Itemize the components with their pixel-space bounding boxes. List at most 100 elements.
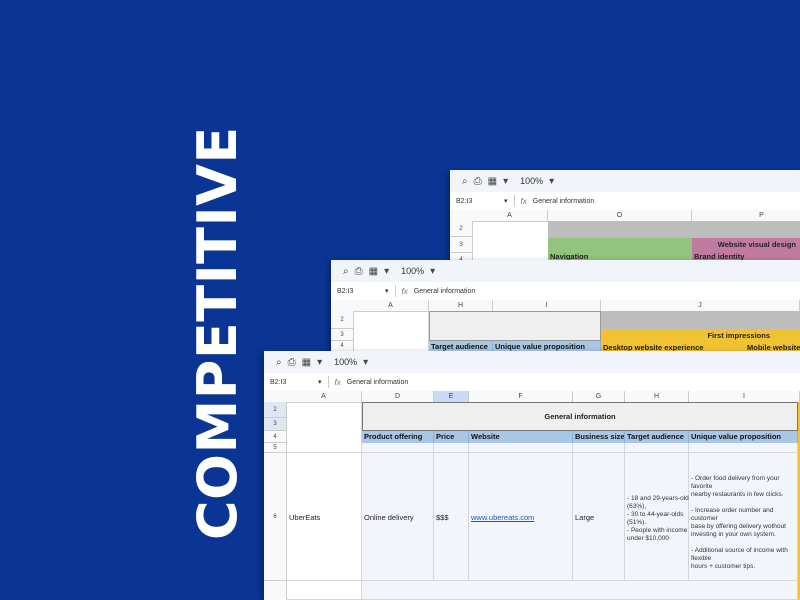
spreadsheet-front: ⌕ ⎙ ▦ ▾ 100% ▾ B2:I3 ▾ fx General inform… <box>264 351 800 600</box>
row-header[interactable]: 6 <box>264 453 286 581</box>
chevron-down-icon[interactable]: ▾ <box>385 287 389 295</box>
formula-input[interactable]: General information <box>414 288 475 295</box>
website-visual-label: Website visual design <box>718 240 796 249</box>
value-line: nearby restaurants in few clicks. <box>691 491 800 499</box>
title-area: COMPETITIVE AUDIT <box>0 0 260 600</box>
first-impressions-label: First impressions <box>707 331 770 340</box>
row-header[interactable]: 2 <box>450 221 472 237</box>
audience-line: - 30 to 44-year-olds <box>627 511 691 519</box>
title-line-1: COMPETITIVE <box>184 126 252 540</box>
column-header-o[interactable]: O <box>548 210 692 221</box>
paint-format-icon[interactable]: ▦ <box>302 357 311 368</box>
row-5-cell[interactable] <box>573 443 625 453</box>
column-header-i[interactable]: I <box>493 300 601 311</box>
row-5-cell[interactable] <box>362 443 434 453</box>
column-header-e[interactable]: E <box>434 391 469 402</box>
value-line: flexible <box>691 555 800 563</box>
value-line <box>691 499 800 507</box>
row-7-cell[interactable] <box>362 581 798 600</box>
column-header-f[interactable]: F <box>469 391 573 402</box>
chevron-down-icon[interactable]: ▾ <box>363 357 368 368</box>
toolbar: ⌕ ⎙ ▦ ▾ 100% ▾ <box>264 351 800 373</box>
chevron-down-icon[interactable]: ▾ <box>504 197 508 205</box>
spreadsheet-middle: ⌕ ⎙ ▦ ▾ 100% ▾ B2:I3 ▾ fx General inform… <box>331 260 800 360</box>
row-header[interactable]: 2 <box>264 402 286 418</box>
audience-line: - People with income <box>627 527 691 535</box>
chevron-down-icon[interactable]: ▾ <box>430 266 435 277</box>
header-label: Product offering <box>364 432 422 441</box>
formula-input[interactable]: General information <box>533 198 594 205</box>
print-icon[interactable]: ⎙ <box>474 176 482 187</box>
column-header-d[interactable]: D <box>362 391 434 402</box>
print-icon[interactable]: ⎙ <box>288 357 296 368</box>
value-line <box>691 539 800 547</box>
chevron-down-icon[interactable]: ▾ <box>503 176 508 187</box>
value-line: base by offering delivery wothout <box>691 523 800 531</box>
cell-a-rows-2-5[interactable] <box>286 402 362 453</box>
header-label: Website <box>471 432 500 441</box>
business-size-value: Large <box>575 513 594 522</box>
paint-format-icon[interactable]: ▦ <box>488 176 497 187</box>
target-audience-value: - 18 and 29-years-old (63%), - 30 to 44-… <box>627 495 691 543</box>
row-header[interactable]: 3 <box>331 329 353 341</box>
chevron-down-icon[interactable]: ▾ <box>549 176 554 187</box>
column-header-p[interactable]: P <box>692 210 800 221</box>
chevron-down-icon[interactable]: ▾ <box>317 357 322 368</box>
fx-icon: fx <box>521 197 527 206</box>
value-line: - Additional source of income with <box>691 547 800 555</box>
row-7-cell[interactable] <box>286 581 362 600</box>
gray-band <box>601 311 800 329</box>
zoom-select[interactable]: 100% <box>520 176 543 186</box>
website-link[interactable]: www.ubereats.com <box>471 513 534 522</box>
column-header-j[interactable]: J <box>601 300 800 311</box>
column-header-h[interactable]: H <box>625 391 689 402</box>
header-label: Unique value proposition <box>691 432 781 441</box>
row-header[interactable]: 3 <box>450 237 472 253</box>
value-line: hours + customer tips. <box>691 563 800 571</box>
row-5-cell[interactable] <box>689 443 798 453</box>
value-line: favorite <box>691 483 800 491</box>
general-info-block <box>429 311 601 341</box>
column-header-h[interactable]: H <box>429 300 493 311</box>
formula-input[interactable]: General information <box>347 379 408 386</box>
header-label: Target audience <box>627 432 684 441</box>
print-icon[interactable]: ⎙ <box>355 266 363 277</box>
row-header[interactable]: 4 <box>264 431 286 443</box>
chevron-down-icon[interactable]: ▾ <box>318 378 322 386</box>
target-audience-header: Target audience <box>625 431 689 443</box>
name-box[interactable]: B2:I3 <box>331 288 385 295</box>
row-headers: 2 3 4 5 6 <box>264 402 287 600</box>
business-size-header: Business size <box>573 431 625 443</box>
name-box[interactable]: B2:I3 <box>264 379 318 386</box>
row-5-cell[interactable] <box>434 443 469 453</box>
price-value: $$$ <box>436 513 449 522</box>
toolbar: ⌕ ⎙ ▦ ▾ 100% ▾ <box>331 260 800 282</box>
target-audience-label: Target audience <box>431 342 488 351</box>
column-header-g[interactable]: G <box>573 391 625 402</box>
row-header[interactable]: 2 <box>331 311 353 329</box>
name-box[interactable]: B2:I3 <box>450 198 504 205</box>
header-label: Price <box>436 432 454 441</box>
fx-icon: fx <box>402 287 408 296</box>
row-header[interactable]: 5 <box>264 443 286 453</box>
formula-bar: B2:I3 ▾ fx General information <box>450 192 800 211</box>
search-icon[interactable]: ⌕ <box>462 176 468 187</box>
row-5-cell[interactable] <box>469 443 573 453</box>
divider <box>514 195 515 207</box>
paint-format-icon[interactable]: ▦ <box>369 266 378 277</box>
column-header-a[interactable]: A <box>353 300 429 311</box>
zoom-select[interactable]: 100% <box>334 357 357 367</box>
column-header-a[interactable]: A <box>472 210 548 221</box>
chevron-down-icon[interactable]: ▾ <box>384 266 389 277</box>
general-info-label: General information <box>544 412 615 421</box>
row-5-cell[interactable] <box>625 443 689 453</box>
formula-bar: B2:I3 ▾ fx General information <box>331 282 800 301</box>
search-icon[interactable]: ⌕ <box>343 266 349 277</box>
row-header[interactable]: 3 <box>264 418 286 431</box>
zoom-select[interactable]: 100% <box>401 266 424 276</box>
search-icon[interactable]: ⌕ <box>276 357 282 368</box>
column-header-i[interactable]: I <box>689 391 800 402</box>
unique-value-label: Unique value proposition <box>495 342 585 351</box>
formula-bar: B2:I3 ▾ fx General information <box>264 373 800 392</box>
column-header-a[interactable]: A <box>286 391 362 402</box>
